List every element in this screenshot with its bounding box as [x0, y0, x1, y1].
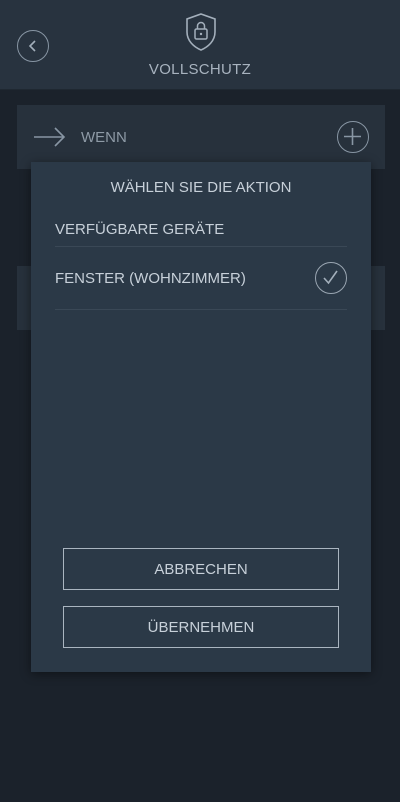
- apply-button[interactable]: ÜBERNEHMEN: [63, 606, 339, 648]
- device-label: FENSTER (WOHNZIMMER): [55, 270, 246, 287]
- app-header: VOLLSCHUTZ: [0, 0, 400, 90]
- check-glyph: [323, 270, 338, 285]
- wenn-label: WENN: [81, 129, 127, 146]
- back-button[interactable]: [17, 30, 49, 62]
- wenn-row: WENN: [17, 105, 385, 169]
- arrow-right-icon: [34, 127, 66, 147]
- divider: [55, 309, 347, 310]
- checkmark-icon[interactable]: [315, 262, 347, 294]
- action-dialog: WÄHLEN SIE DIE AKTION VERFÜGBARE GERÄTE …: [31, 162, 371, 672]
- shield-lock-icon: [186, 13, 216, 51]
- device-item-window-living-room[interactable]: FENSTER (WOHNZIMMER): [31, 248, 371, 310]
- dialog-title: WÄHLEN SIE DIE AKTION: [110, 179, 292, 196]
- divider: [55, 246, 347, 247]
- chevron-left-icon: [28, 40, 36, 52]
- available-devices-label: VERFÜGBARE GERÄTE: [55, 221, 225, 238]
- plus-icon: [344, 128, 361, 145]
- page-title: VOLLSCHUTZ: [148, 61, 252, 78]
- add-condition-button[interactable]: [337, 121, 369, 153]
- cancel-button[interactable]: ABBRECHEN: [63, 548, 339, 590]
